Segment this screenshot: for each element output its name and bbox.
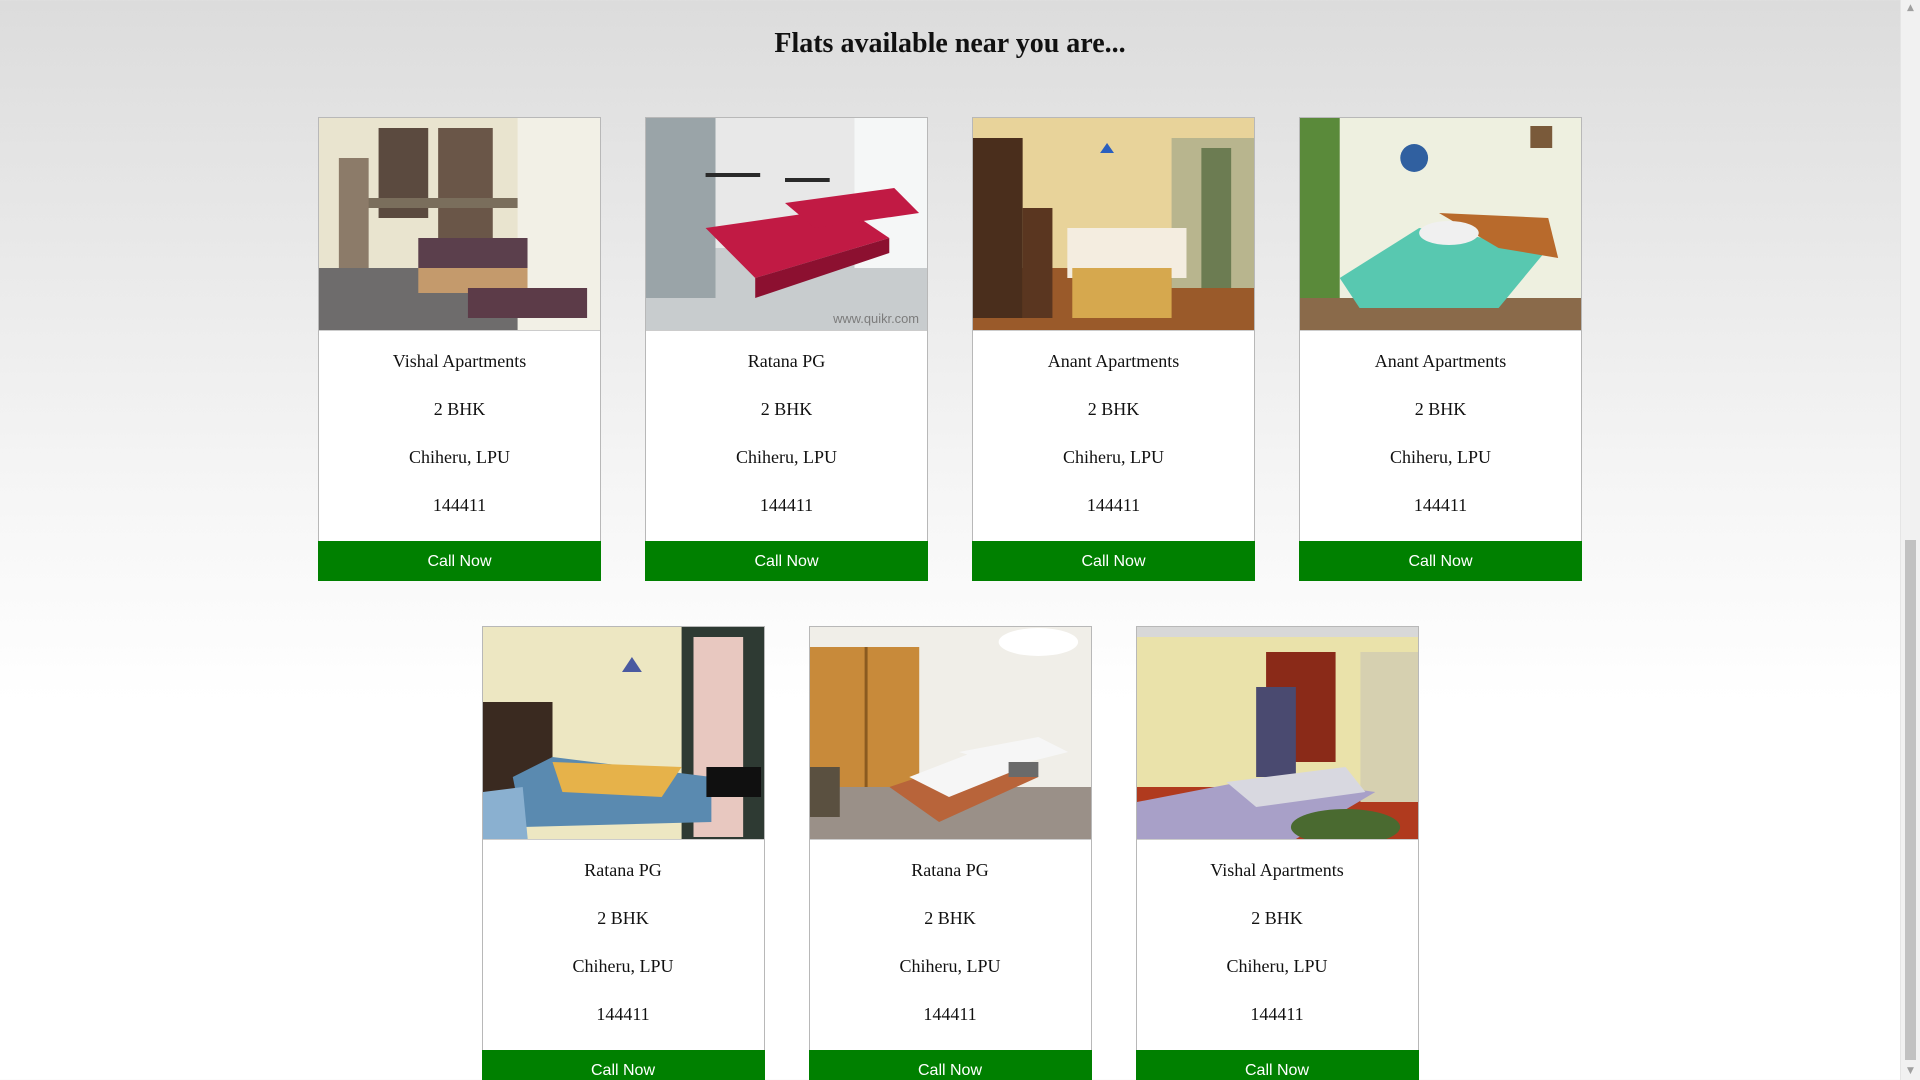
listing-type: 2 BHK bbox=[1251, 908, 1303, 928]
listing-card: Anant Apartments 2 BHK Chiheru, LPU 1444… bbox=[972, 117, 1255, 581]
room-photo bbox=[319, 118, 600, 331]
listing-pin: 144411 bbox=[1086, 495, 1141, 515]
listing-type: 2 BHK bbox=[760, 399, 813, 419]
listing-type: 2 BHK bbox=[433, 399, 486, 419]
listing-name: Anant Apartments bbox=[1047, 351, 1180, 371]
listing-name: Ratana PG bbox=[584, 860, 662, 880]
listing-location: Chiheru, LPU bbox=[736, 447, 837, 467]
call-now-button[interactable]: Call Now bbox=[972, 541, 1255, 581]
listing-name: Vishal Apartments bbox=[392, 351, 527, 371]
listing-pin: 144411 bbox=[923, 1004, 977, 1024]
page: Flats available near you are... Vishal A… bbox=[0, 0, 1900, 1080]
listing-pin: 144411 bbox=[1250, 1004, 1304, 1024]
scroll-up-icon[interactable]: ▲ bbox=[1901, 0, 1920, 17]
listing-location: Chiheru, LPU bbox=[1390, 447, 1491, 467]
listing-location: Chiheru, LPU bbox=[1063, 447, 1164, 467]
listing-pin: 144411 bbox=[759, 495, 814, 515]
scroll-down-icon[interactable]: ▼ bbox=[1901, 1063, 1920, 1080]
room-photo bbox=[1136, 627, 1418, 840]
listing-type: 2 BHK bbox=[597, 908, 649, 928]
listing-location: Chiheru, LPU bbox=[409, 447, 510, 467]
room-photo: www.quikr.com bbox=[646, 118, 927, 331]
listing-card: Ratana PG 2 BHK Chiheru, LPU 144411 Call… bbox=[481, 626, 765, 1080]
call-now-button[interactable]: Call Now bbox=[1135, 1050, 1419, 1080]
listing-card: Vishal Apartments 2 BHK Chiheru, LPU 144… bbox=[1135, 626, 1419, 1080]
listing-card: www.quikr.com Ratana PG 2 BHK Chiheru, L… bbox=[645, 117, 928, 581]
call-now-button[interactable]: Call Now bbox=[808, 1050, 1092, 1080]
listing-pin: 144411 bbox=[1413, 495, 1468, 515]
room-photo bbox=[973, 118, 1254, 331]
listing-type: 2 BHK bbox=[1414, 399, 1467, 419]
call-now-button[interactable]: Call Now bbox=[318, 541, 601, 581]
listing-type: 2 BHK bbox=[924, 908, 976, 928]
listing-pin: 144411 bbox=[432, 495, 487, 515]
call-now-button[interactable]: Call Now bbox=[481, 1050, 765, 1080]
listing-location: Chiheru, LPU bbox=[899, 956, 1001, 976]
listing-name: Ratana PG bbox=[747, 351, 826, 371]
listing-location: Chiheru, LPU bbox=[572, 956, 674, 976]
listing-name: Vishal Apartments bbox=[1210, 860, 1344, 880]
listing-name: Ratana PG bbox=[911, 860, 989, 880]
listing-location: Chiheru, LPU bbox=[1226, 956, 1328, 976]
watermark-text: www.quikr.com bbox=[832, 311, 919, 326]
listing-name: Anant Apartments bbox=[1374, 351, 1507, 371]
room-photo bbox=[809, 627, 1091, 840]
room-photo bbox=[1300, 118, 1581, 331]
page-title: Flats available near you are... bbox=[774, 28, 1126, 59]
listing-pin: 144411 bbox=[596, 1004, 650, 1024]
call-now-button[interactable]: Call Now bbox=[645, 541, 928, 581]
call-now-button[interactable]: Call Now bbox=[1299, 541, 1582, 581]
listing-card: Vishal Apartments 2 BHK Chiheru, LPU 144… bbox=[318, 117, 601, 581]
room-photo bbox=[482, 627, 764, 840]
vertical-scrollbar[interactable]: ▲ ▼ bbox=[1900, 0, 1920, 1080]
listing-card: Anant Apartments 2 BHK Chiheru, LPU 1444… bbox=[1299, 117, 1582, 581]
listings-grid: Vishal Apartments 2 BHK Chiheru, LPU 144… bbox=[0, 117, 1900, 1080]
scrollbar-thumb[interactable] bbox=[1905, 540, 1916, 1060]
listing-card: Ratana PG 2 BHK Chiheru, LPU 144411 Call… bbox=[808, 626, 1092, 1080]
listing-type: 2 BHK bbox=[1087, 399, 1140, 419]
